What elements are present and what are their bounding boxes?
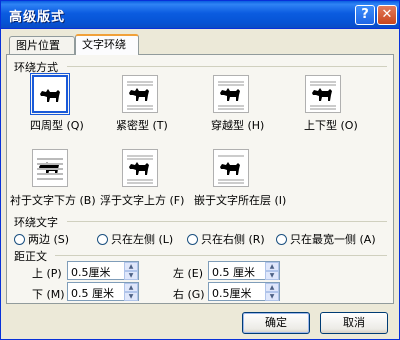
radio-left-only[interactable]: 只在左侧 (L) — [97, 231, 173, 247]
wrap-square-label: 四周型 (Q) — [30, 119, 84, 132]
distance-left-label: 左 (E) — [173, 267, 204, 280]
wrap-style-group-label: 环绕方式 — [14, 61, 58, 74]
behind-text-option[interactable] — [32, 149, 68, 187]
radio-label: 两边 (S) — [28, 233, 70, 246]
radio-largest-only[interactable]: 只在最宽一侧 (A) — [276, 231, 376, 247]
distance-top-label: 上 (P) — [32, 267, 62, 280]
wrap-top-bottom-option[interactable] — [305, 75, 341, 113]
radio-label: 只在最宽一侧 (A) — [290, 233, 376, 246]
inline-with-text-option[interactable] — [213, 149, 249, 187]
distance-right-label: 右 (G) — [173, 288, 205, 301]
wrap-text-group-label: 环绕文字 — [14, 216, 58, 229]
radio-label: 只在右侧 (R) — [201, 233, 265, 246]
radio-label: 只在左侧 (L) — [111, 233, 174, 246]
distance-left-spinner[interactable]: 0.5 厘米 ▲ ▼ — [208, 261, 280, 280]
distance-group-label: 距正文 — [14, 250, 47, 263]
tab-text-wrapping[interactable]: 文字环绕 — [75, 34, 139, 55]
wrap-through-option[interactable] — [213, 75, 249, 113]
in-front-of-text-icon — [127, 155, 153, 184]
behind-text-label: 衬于文字下方 (B) — [10, 194, 96, 207]
help-button[interactable]: ? — [355, 5, 375, 25]
distance-bottom-spinner[interactable]: 0.5 厘米 ▲ ▼ — [67, 282, 139, 301]
wrap-top-bottom-icon — [310, 81, 336, 110]
window-title: 高级版式 — [9, 10, 66, 25]
group-divider — [67, 66, 387, 67]
title-bar: 高级版式 ? ✕ — [1, 1, 399, 29]
in-front-of-text-option[interactable] — [122, 149, 158, 187]
group-divider — [67, 221, 387, 222]
wrap-tight-option[interactable] — [122, 75, 158, 113]
inline-with-text-icon — [218, 155, 244, 184]
close-button[interactable]: ✕ — [377, 5, 397, 25]
ok-button[interactable]: 确定 — [242, 312, 310, 334]
spinner-value: 0.5厘米 — [212, 287, 252, 300]
advanced-layout-dialog: 高级版式 ? ✕ 图片位置 文字环绕 环绕方式 四周型 (Q) 紧密型 (T) … — [0, 0, 400, 340]
in-front-of-text-label: 浮于文字上方 (F) — [100, 194, 185, 207]
wrap-tight-label: 紧密型 (T) — [116, 119, 168, 132]
spin-up-arrow-icon[interactable]: ▲ — [124, 283, 138, 292]
inline-with-text-label: 嵌于文字所在层 (I) — [194, 194, 287, 207]
spin-up-arrow-icon[interactable]: ▲ — [124, 262, 138, 271]
radio-circle — [14, 234, 25, 245]
spin-down-arrow-icon[interactable]: ▼ — [124, 271, 138, 280]
behind-text-icon — [37, 158, 63, 180]
distance-top-spinner[interactable]: 0.5厘米 ▲ ▼ — [67, 261, 139, 280]
wrap-square-option[interactable] — [30, 73, 70, 115]
spin-up-arrow-icon[interactable]: ▲ — [265, 283, 279, 292]
wrap-square-icon — [40, 89, 60, 102]
radio-circle — [187, 234, 198, 245]
radio-circle — [97, 234, 108, 245]
radio-right-only[interactable]: 只在右侧 (R) — [187, 231, 265, 247]
wrap-top-bottom-label: 上下型 (O) — [304, 119, 358, 132]
spin-down-arrow-icon[interactable]: ▼ — [265, 271, 279, 280]
tab-picture-position[interactable]: 图片位置 — [9, 36, 75, 54]
spinner-value: 0.5厘米 — [71, 266, 111, 279]
spin-up-arrow-icon[interactable]: ▲ — [265, 262, 279, 271]
cancel-button[interactable]: 取消 — [320, 312, 388, 334]
wrap-tight-icon — [127, 81, 153, 110]
radio-circle — [276, 234, 287, 245]
spin-down-arrow-icon[interactable]: ▼ — [265, 292, 279, 301]
wrap-through-label: 穿越型 (H) — [211, 119, 265, 132]
spinner-value: 0.5 厘米 — [212, 266, 255, 279]
spinner-value: 0.5 厘米 — [71, 287, 114, 300]
radio-both-sides[interactable]: 两边 (S) — [14, 231, 69, 247]
distance-right-spinner[interactable]: 0.5厘米 ▲ ▼ — [208, 282, 280, 301]
wrap-through-icon — [218, 81, 244, 110]
group-divider — [55, 255, 387, 256]
spin-down-arrow-icon[interactable]: ▼ — [124, 292, 138, 301]
distance-bottom-label: 下 (M) — [32, 288, 65, 301]
